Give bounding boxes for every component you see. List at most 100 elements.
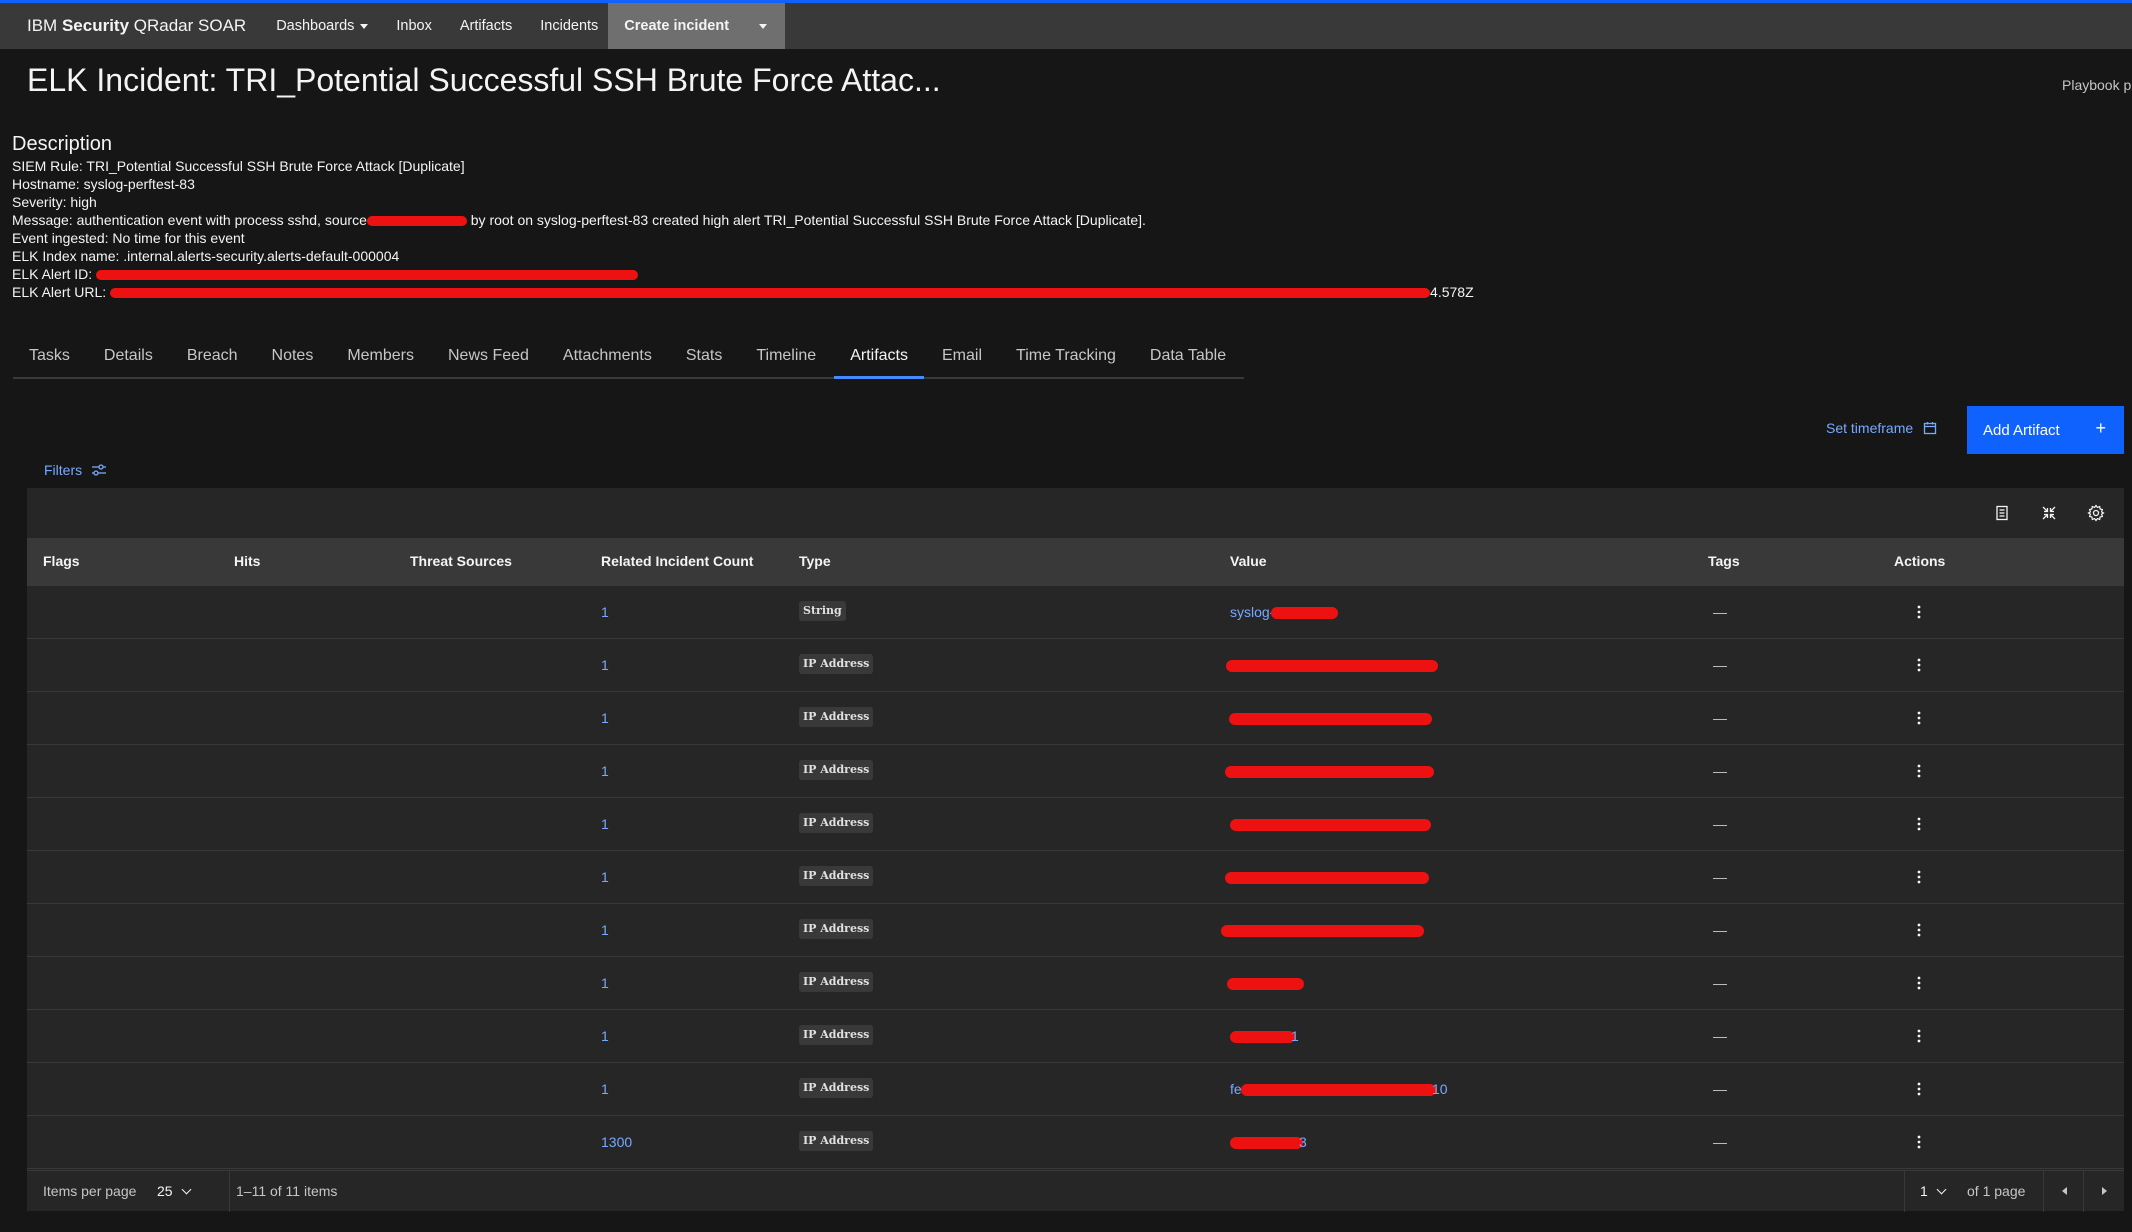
page-select[interactable]: 1 — [1920, 1183, 1947, 1199]
table-row[interactable]: 1 IP Address — — [27, 745, 2124, 798]
table-row[interactable]: 1 IP Address fe 10 — — [27, 1063, 2124, 1116]
type-tag: IP Address — [799, 1078, 874, 1098]
collapse-icon[interactable] — [2040, 504, 2058, 522]
table-row[interactable]: 1300 IP Address 3 — — [27, 1116, 2124, 1169]
pagination: Items per page 25 1–11 of 11 items 1 of … — [27, 1170, 2124, 1212]
tags-cell: — — [1713, 869, 1727, 885]
artifact-value-link[interactable]: fe — [1230, 1081, 1242, 1097]
overflow-menu-icon[interactable] — [1909, 814, 1929, 834]
description-heading: Description — [12, 133, 113, 155]
table-row[interactable]: 1 IP Address 1 — — [27, 1010, 2124, 1063]
items-per-page-select[interactable]: 25 — [157, 1183, 192, 1199]
overflow-menu-icon[interactable] — [1909, 708, 1929, 728]
item-range: 1–11 of 11 items — [236, 1183, 338, 1199]
tab-data-table[interactable]: Data Table — [1133, 343, 1243, 379]
gear-icon[interactable] — [2087, 504, 2105, 522]
tags-cell: — — [1713, 763, 1727, 779]
tab-news-feed[interactable]: News Feed — [432, 343, 545, 379]
nav-incidents-label: Incidents — [540, 18, 599, 34]
divider — [1904, 1171, 1905, 1212]
col-related-incident-count[interactable]: Related Incident Count — [601, 553, 753, 569]
overflow-menu-icon[interactable] — [1909, 1026, 1929, 1046]
col-tags[interactable]: Tags — [1708, 553, 1740, 569]
tab-stats[interactable]: Stats — [669, 343, 739, 379]
related-incident-count-link[interactable]: 1 — [601, 1081, 609, 1097]
tab-timeline[interactable]: Timeline — [740, 343, 833, 379]
tab-members[interactable]: Members — [331, 343, 430, 379]
overflow-menu-icon[interactable] — [1909, 602, 1929, 622]
create-incident-button[interactable]: Create incident — [608, 3, 786, 49]
nav-inbox[interactable]: Inbox — [396, 18, 431, 34]
tab-tasks[interactable]: Tasks — [13, 343, 86, 379]
redaction-mark — [1241, 1084, 1436, 1096]
table-row[interactable]: 1 IP Address — — [27, 851, 2124, 904]
col-value[interactable]: Value — [1230, 553, 1267, 569]
col-flags[interactable]: Flags — [43, 553, 80, 569]
prev-page-button[interactable] — [2062, 1187, 2067, 1195]
brand-prefix: IBM — [27, 16, 62, 35]
col-type[interactable]: Type — [799, 553, 831, 569]
tab-label: Artifacts — [850, 347, 908, 364]
related-incident-count-link[interactable]: 1 — [601, 816, 609, 832]
artifact-value-suffix[interactable]: 10 — [1432, 1081, 1448, 1097]
redaction-mark — [1271, 607, 1338, 619]
table-row[interactable]: 1 String syslog- — — [27, 586, 2124, 639]
tab-artifacts[interactable]: Artifacts — [834, 343, 924, 379]
related-incident-count-link[interactable]: 1 — [601, 922, 609, 938]
artifact-value-suffix[interactable]: 1 — [1291, 1028, 1299, 1044]
related-incident-count-link[interactable]: 1 — [601, 869, 609, 885]
col-hits[interactable]: Hits — [234, 553, 260, 569]
table-row[interactable]: 1 IP Address — — [27, 639, 2124, 692]
next-page-button[interactable] — [2102, 1187, 2107, 1195]
export-icon[interactable] — [1993, 504, 2011, 522]
related-incident-count-link[interactable]: 1 — [601, 657, 609, 673]
add-artifact-button[interactable]: Add Artifact + — [1967, 406, 2124, 454]
tab-notes[interactable]: Notes — [255, 343, 330, 379]
create-incident-dropdown[interactable] — [729, 3, 768, 49]
nav-incidents[interactable]: Incidents — [540, 18, 598, 34]
tags-cell: — — [1713, 1028, 1727, 1044]
table-row[interactable]: 1 IP Address — — [27, 692, 2124, 745]
set-timeframe-button[interactable]: Set timeframe — [1826, 420, 1937, 436]
tab-attachments[interactable]: Attachments — [546, 343, 668, 379]
related-incident-count-link[interactable]: 1 — [601, 604, 609, 620]
table-header: Flags Hits Threat Sources Related Incide… — [27, 538, 2124, 586]
description-body: SIEM Rule: TRI_Potential Successful SSH … — [12, 157, 1474, 301]
tab-email[interactable]: Email — [926, 343, 999, 379]
col-threat-sources[interactable]: Threat Sources — [410, 553, 512, 569]
overflow-menu-icon[interactable] — [1909, 1132, 1929, 1152]
tab-time-tracking[interactable]: Time Tracking — [1000, 343, 1132, 379]
artifact-value-suffix[interactable]: 3 — [1299, 1134, 1307, 1150]
table-row[interactable]: 1 IP Address — — [27, 798, 2124, 851]
related-incident-count-link[interactable]: 1 — [601, 975, 609, 991]
table-row[interactable]: 1 IP Address — — [27, 957, 2124, 1010]
overflow-menu-icon[interactable] — [1909, 973, 1929, 993]
plus-icon: + — [2095, 418, 2106, 438]
related-incident-count-link[interactable]: 1 — [601, 763, 609, 779]
overflow-menu-icon[interactable] — [1909, 655, 1929, 675]
tags-cell: — — [1713, 922, 1727, 938]
artifacts-table: Flags Hits Threat Sources Related Incide… — [27, 488, 2124, 1212]
overflow-menu-icon[interactable] — [1909, 1079, 1929, 1099]
playbook-link[interactable]: Playbook p — [2062, 77, 2131, 93]
artifact-value-link[interactable]: syslog- — [1230, 604, 1274, 620]
nav-dashboards[interactable]: Dashboards — [276, 18, 369, 34]
table-row[interactable]: 1 IP Address — — [27, 904, 2124, 957]
nav-artifacts[interactable]: Artifacts — [460, 18, 512, 34]
redaction-mark — [1229, 713, 1432, 725]
overflow-menu-icon[interactable] — [1909, 920, 1929, 940]
type-tag: IP Address — [799, 1131, 874, 1151]
tab-breach[interactable]: Breach — [170, 343, 254, 379]
overflow-menu-icon[interactable] — [1909, 761, 1929, 781]
type-tag: IP Address — [799, 654, 874, 674]
kebab-dots — [1917, 870, 1921, 884]
kebab-dots — [1917, 658, 1921, 672]
tab-details[interactable]: Details — [87, 343, 169, 379]
overflow-menu-icon[interactable] — [1909, 867, 1929, 887]
related-incident-count-link[interactable]: 1 — [601, 1028, 609, 1044]
chevron-down-icon — [181, 1184, 192, 1195]
related-incident-count-link[interactable]: 1 — [601, 710, 609, 726]
product-brand[interactable]: IBM Security QRadar SOAR — [27, 16, 246, 36]
related-incident-count-link[interactable]: 1300 — [601, 1134, 632, 1150]
filters-button[interactable]: Filters — [44, 462, 107, 478]
